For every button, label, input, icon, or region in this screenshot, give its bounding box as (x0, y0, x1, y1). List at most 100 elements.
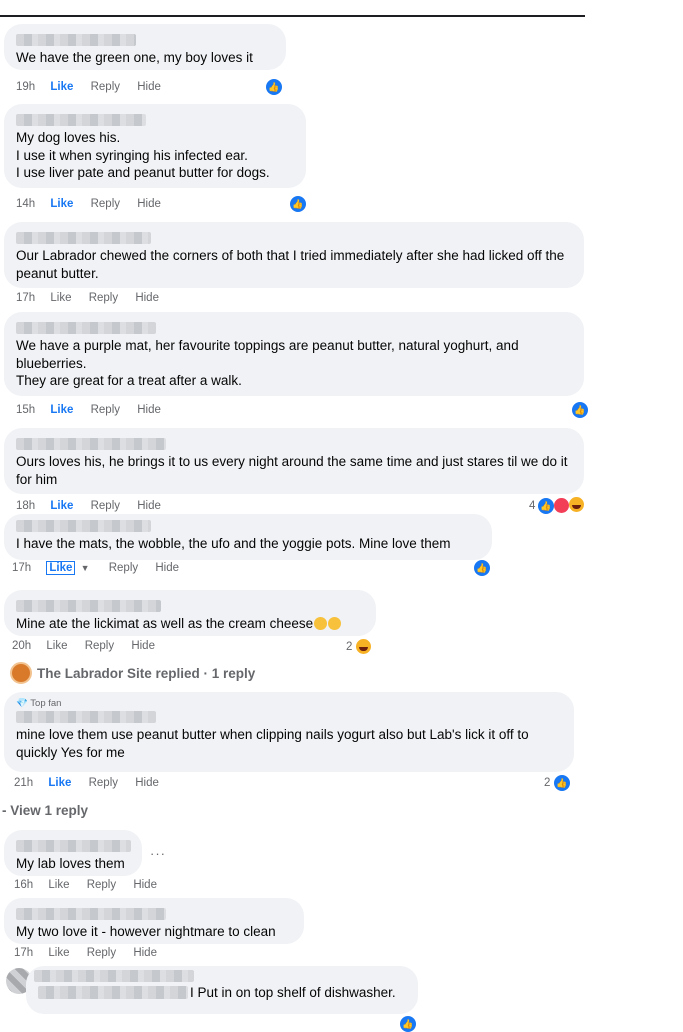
like-button[interactable]: Like (48, 777, 71, 789)
comment-time[interactable]: 16h (14, 879, 33, 891)
comment-bubble: I have the mats, the wobble, the ufo and… (4, 514, 492, 560)
like-reaction-icon[interactable]: 👍 (400, 1016, 416, 1032)
like-reaction-icon[interactable]: 👍 (538, 498, 554, 514)
like-reaction-icon[interactable]: 👍 (572, 402, 588, 418)
comment-bubble: I Put in on top shelf of dishwasher. (26, 966, 418, 1014)
hide-button[interactable]: Hide (137, 500, 161, 512)
reply-button[interactable]: Reply (109, 562, 138, 574)
comment-text: I have the mats, the wobble, the ufo and… (16, 536, 451, 551)
chevron-down-icon[interactable]: ▼ (81, 563, 90, 573)
comment-time[interactable]: 14h (16, 198, 35, 210)
comment-bubble: My lab loves them (4, 830, 142, 876)
comment-text: I Put in on top shelf of dishwasher. (190, 985, 396, 1000)
page-replied-link[interactable]: The Labrador Site replied · 1 reply (37, 666, 255, 681)
comment-bubble: We have a purple mat, her favourite topp… (4, 312, 584, 396)
reply-button[interactable]: Reply (91, 198, 120, 210)
comment-text: We have a purple mat, her favourite topp… (16, 338, 519, 388)
blurred-author-name[interactable] (16, 840, 131, 852)
comment-bubble: Mine ate the lickimat as well as the cre… (4, 590, 376, 636)
comment-actions: 14h Like Reply Hide (16, 198, 175, 210)
comment-time[interactable]: 17h (14, 947, 33, 959)
like-button[interactable]: Like (50, 81, 73, 93)
comment-bubble: My two love it - however nightmare to cl… (4, 898, 304, 944)
blurred-author-name[interactable] (16, 438, 166, 450)
comment-text-content: Mine ate the lickimat as well as the cre… (16, 616, 314, 631)
comment-actions: 15h Like Reply Hide (16, 404, 175, 416)
thinking-emoji-icon (314, 617, 328, 630)
comment-text: My two love it - however nightmare to cl… (16, 924, 276, 939)
comment-time[interactable]: 19h (16, 81, 35, 93)
like-reaction-icon[interactable]: 👍 (554, 775, 570, 791)
comment-bubble: Our Labrador chewed the corners of both … (4, 222, 584, 288)
blurred-author-name[interactable] (16, 34, 136, 46)
top-fan-badge: 💎 Top fan (16, 698, 562, 709)
comment-time[interactable]: 21h (14, 777, 33, 789)
laugh-reaction-icon[interactable] (569, 497, 584, 512)
hide-button[interactable]: Hide (133, 879, 157, 891)
hide-button[interactable]: Hide (135, 777, 159, 789)
reaction-count[interactable]: 2 (544, 777, 550, 789)
page-avatar[interactable] (10, 662, 32, 684)
laugh-reaction-icon[interactable] (356, 639, 371, 654)
comment-time[interactable]: 20h (12, 640, 31, 652)
comment-time[interactable]: 17h (16, 292, 35, 304)
like-button[interactable]: Like (50, 198, 73, 210)
reply-button[interactable]: Reply (91, 500, 120, 512)
like-reaction-icon[interactable]: 👍 (266, 79, 282, 95)
comment-text: Our Labrador chewed the corners of both … (16, 248, 565, 281)
comment-text: My lab loves them (16, 856, 125, 871)
blurred-author-name[interactable] (16, 600, 161, 612)
reply-button[interactable]: Reply (89, 777, 118, 789)
comment-actions: 17h Like Reply Hide (16, 292, 173, 304)
comment-bubble: Ours loves his, he brings it to us every… (4, 428, 584, 494)
blurred-author-name[interactable] (16, 520, 151, 532)
blurred-author-name[interactable] (16, 114, 146, 126)
comment-time[interactable]: 17h (12, 562, 31, 574)
reaction-count[interactable]: 2 (346, 641, 352, 653)
hide-button[interactable]: Hide (135, 292, 159, 304)
hide-button[interactable]: Hide (137, 198, 161, 210)
reply-button[interactable]: Reply (87, 947, 116, 959)
like-button[interactable]: Like (50, 404, 73, 416)
reaction-count[interactable]: 4 (529, 500, 535, 512)
comment-time[interactable]: 15h (16, 404, 35, 416)
blurred-author-name[interactable] (34, 970, 194, 982)
hide-button[interactable]: Hide (131, 640, 155, 652)
hide-button[interactable]: Hide (155, 562, 179, 574)
reply-button[interactable]: Reply (89, 292, 118, 304)
view-replies-link[interactable]: - View 1 reply (2, 803, 88, 818)
blurred-author-name[interactable] (16, 711, 156, 723)
comment-text: We have the green one, my boy loves it (16, 50, 253, 65)
heart-reaction-icon[interactable] (554, 498, 569, 513)
comment-text: mine love them use peanut butter when cl… (16, 727, 529, 760)
like-reaction-icon[interactable]: 👍 (474, 560, 490, 576)
like-button[interactable]: Like (50, 500, 73, 512)
like-button[interactable]: Like (46, 561, 76, 575)
reply-button[interactable]: Reply (91, 81, 120, 93)
reply-button[interactable]: Reply (85, 640, 114, 652)
like-button[interactable]: Like (48, 947, 69, 959)
reply-button[interactable]: Reply (91, 404, 120, 416)
comment-text: My dog loves his. I use it when syringin… (16, 130, 270, 180)
blurred-mention[interactable] (38, 986, 188, 999)
like-button[interactable]: Like (48, 879, 69, 891)
blurred-author-name[interactable] (16, 322, 156, 334)
reply-arrow-icon: - (2, 803, 11, 818)
blurred-author-name[interactable] (16, 232, 151, 244)
like-reaction-icon[interactable]: 👍 (290, 196, 306, 212)
blurred-author-name[interactable] (16, 908, 166, 920)
hide-button[interactable]: Hide (133, 947, 157, 959)
hide-button[interactable]: Hide (137, 81, 161, 93)
comment-actions: 18h Like Reply Hide (16, 500, 175, 512)
comment-actions: 20h Like Reply Hide (12, 640, 169, 652)
like-button[interactable]: Like (46, 640, 67, 652)
eye-roll-emoji-icon (328, 617, 342, 630)
comment-actions: 17h Like Reply Hide (14, 947, 171, 959)
comment-bubble: 💎 Top fan mine love them use peanut butt… (4, 692, 574, 772)
reply-button[interactable]: Reply (87, 879, 116, 891)
comment-time[interactable]: 18h (16, 500, 35, 512)
hide-button[interactable]: Hide (137, 404, 161, 416)
more-options-icon[interactable]: ··· (150, 846, 166, 861)
like-button[interactable]: Like (50, 292, 71, 304)
comment-actions: 16h Like Reply Hide (14, 879, 171, 891)
